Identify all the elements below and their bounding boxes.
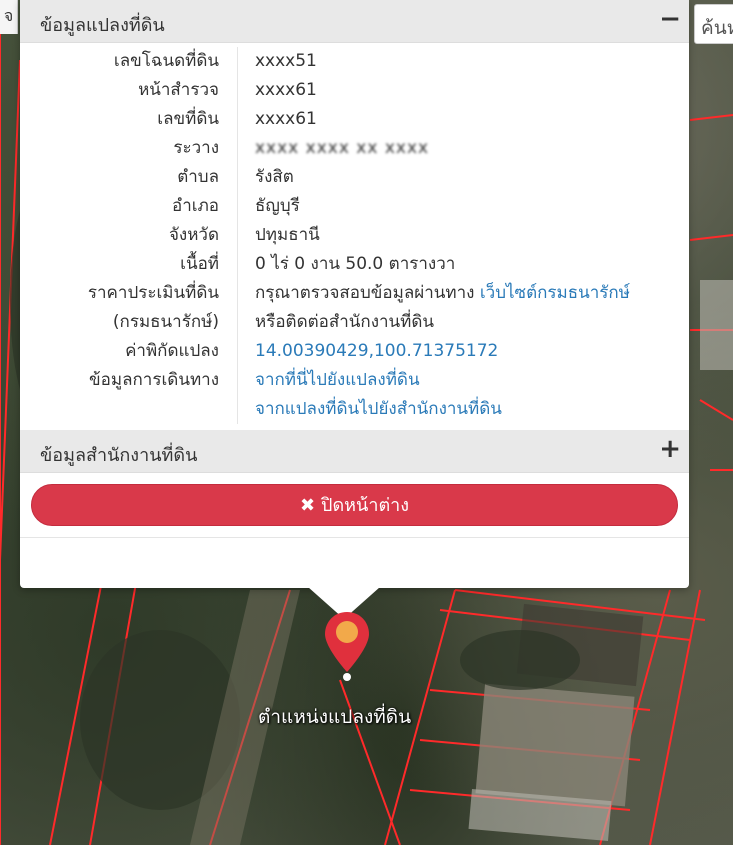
- divider: [20, 537, 689, 538]
- row-label: ระวาง: [20, 134, 238, 163]
- row-label: (กรมธนารักษ์): [20, 308, 238, 337]
- row-label: ค่าพิกัดแปลง: [20, 337, 238, 366]
- table-row: จากแปลงที่ดินไปยังสำนักงานที่ดิน: [20, 395, 689, 424]
- subdistrict-value: รังสิต: [255, 167, 294, 187]
- row-label: ตำบล: [20, 163, 238, 192]
- row-label: เนื้อที่: [20, 250, 238, 279]
- table-row: ค่าพิกัดแปลง 14.00390429,100.71375172: [20, 337, 689, 366]
- row-label: ข้อมูลการเดินทาง: [20, 366, 238, 395]
- close-button-wrap: ✖ ปิดหน้าต่าง: [20, 473, 689, 526]
- coordinates-value: 14.00390429,100.71375172: [238, 337, 498, 366]
- parcel-info-table: เลขโฉนดที่ดิน xxxx51 หน้าสำรวจ xxxx61 เล…: [20, 43, 689, 424]
- directions-value: จากที่นี่ไปยังแปลงที่ดิน: [238, 366, 420, 395]
- directions-to-parcel-link[interactable]: จากที่นี่ไปยังแปลงที่ดิน: [255, 370, 420, 390]
- coordinates-link[interactable]: 14.00390429,100.71375172: [255, 341, 498, 361]
- appraisal-value: กรุณาตรวจสอบข้อมูลผ่านทาง เว็บไซต์กรมธนา…: [238, 279, 630, 308]
- table-row: ราคาประเมินที่ดิน กรุณาตรวจสอบข้อมูลผ่าน…: [20, 279, 689, 308]
- survey-page-value: xxxx61: [255, 80, 317, 100]
- land-number-value: xxxx61: [255, 109, 317, 129]
- row-label: ราคาประเมินที่ดิน: [20, 279, 238, 308]
- table-row: หน้าสำรวจ xxxx61: [20, 76, 689, 105]
- marker-label: ตำแหน่งแปลงที่ดิน: [258, 706, 412, 728]
- directions-to-office-link[interactable]: จากแปลงที่ดินไปยังสำนักงานที่ดิน: [255, 399, 502, 419]
- table-row: เลขที่ดิน xxxx61: [20, 105, 689, 134]
- directions-value: จากแปลงที่ดินไปยังสำนักงานที่ดิน: [238, 395, 502, 424]
- table-row: เลขโฉนดที่ดิน xxxx51: [20, 47, 689, 76]
- parcel-panel-title: ข้อมูลแปลงที่ดิน: [40, 15, 165, 36]
- table-row: อำเภอ ธัญบุรี: [20, 192, 689, 221]
- office-panel-header[interactable]: ข้อมูลสำนักงานที่ดิน +: [20, 430, 689, 473]
- deed-number-value: xxxx51: [255, 51, 317, 71]
- table-row: (กรมธนารักษ์) หรือติดต่อสำนักงานที่ดิน: [20, 308, 689, 337]
- close-button-label: ปิดหน้าต่าง: [321, 495, 410, 516]
- table-row: จังหวัด ปทุมธานี: [20, 221, 689, 250]
- table-row: ข้อมูลการเดินทาง จากที่นี่ไปยังแปลงที่ดิ…: [20, 366, 689, 395]
- contact-office-text: หรือติดต่อสำนักงานที่ดิน: [255, 312, 435, 332]
- collapse-icon[interactable]: −: [659, 4, 681, 34]
- office-panel-title: ข้อมูลสำนักงานที่ดิน: [40, 445, 198, 466]
- district-value: ธัญบุรี: [255, 196, 300, 216]
- map-sheet-value: xxxx xxxx xx xxxx: [255, 138, 430, 158]
- row-label: เลขที่ดิน: [20, 105, 238, 134]
- parcel-panel-header[interactable]: ข้อมูลแปลงที่ดิน −: [20, 0, 689, 43]
- row-label: จังหวัด: [20, 221, 238, 250]
- treasury-website-link[interactable]: เว็บไซต์กรมธนารักษ์: [480, 283, 630, 303]
- parcel-info-popup: ข้อมูลแปลงที่ดิน − เลขโฉนดที่ดิน xxxx51 …: [20, 0, 689, 588]
- close-icon: ✖: [299, 495, 316, 516]
- close-window-button[interactable]: ✖ ปิดหน้าต่าง: [31, 484, 678, 526]
- table-row: เนื้อที่ 0 ไร่ 0 งาน 50.0 ตารางวา: [20, 250, 689, 279]
- row-label: เลขโฉนดที่ดิน: [20, 47, 238, 76]
- location-pin-icon[interactable]: [322, 610, 372, 682]
- table-row: ระวาง xxxx xxxx xx xxxx: [20, 134, 689, 163]
- appraisal-text: กรุณาตรวจสอบข้อมูลผ่านทาง: [255, 283, 480, 303]
- row-label: หน้าสำรวจ: [20, 76, 238, 105]
- row-label: [20, 395, 238, 424]
- province-value: ปทุมธานี: [255, 225, 320, 245]
- expand-icon[interactable]: +: [659, 434, 681, 464]
- table-row: ตำบล รังสิต: [20, 163, 689, 192]
- side-panel-tab[interactable]: จ: [0, 0, 18, 34]
- area-value: 0 ไร่ 0 งาน 50.0 ตารางวา: [255, 254, 456, 274]
- row-label: อำเภอ: [20, 192, 238, 221]
- search-input[interactable]: ค้นห: [694, 4, 733, 44]
